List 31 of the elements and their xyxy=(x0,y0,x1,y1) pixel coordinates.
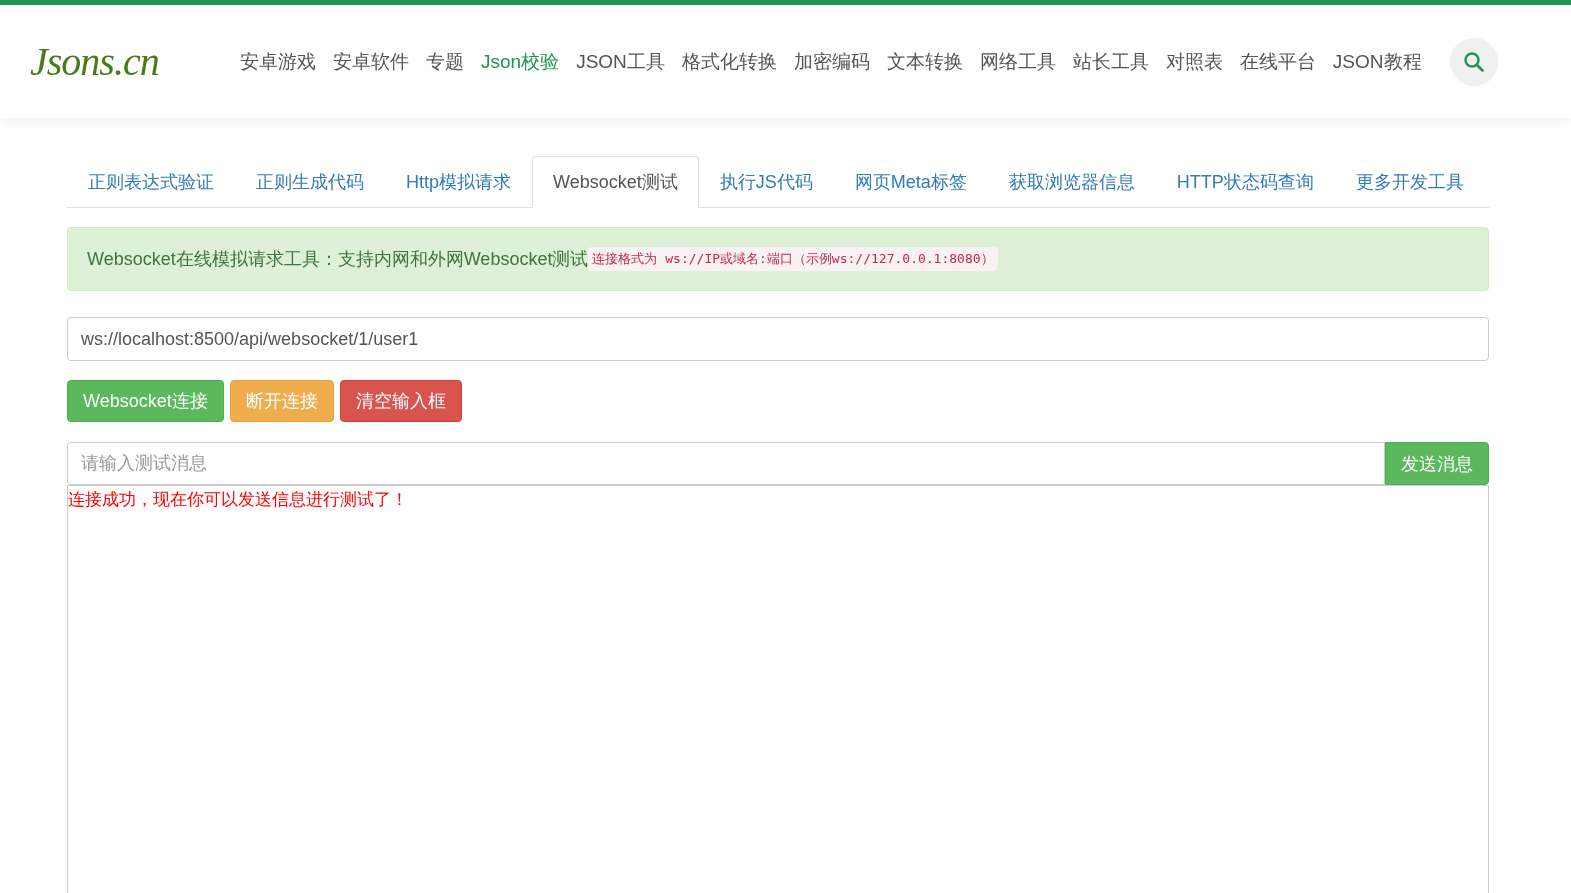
tab[interactable]: HTTP状态码查询 xyxy=(1155,156,1335,208)
notice-text: Websocket在线模拟请求工具：支持内网和外网Websocket测试 xyxy=(87,248,589,271)
log-line: 连接成功，现在你可以发送信息进行测试了！ xyxy=(68,489,409,511)
format-hint: 连接格式为 ws://IP或域名:端口（示例ws://127.0.0.1:8080） xyxy=(588,247,998,271)
search-icon xyxy=(1463,50,1485,73)
nav-link[interactable]: 格式化转换 xyxy=(681,48,777,75)
nav-link[interactable]: JSON工具 xyxy=(576,48,665,75)
tab[interactable]: 执行JS代码 xyxy=(698,156,834,208)
nav-link[interactable]: 对照表 xyxy=(1165,48,1223,75)
nav-link[interactable]: 文本转换 xyxy=(886,48,963,75)
nav-link[interactable]: Json校验 xyxy=(481,48,560,75)
nav-link[interactable]: 安卓游戏 xyxy=(240,48,316,75)
tab[interactable]: Websocket测试 xyxy=(532,156,699,208)
logo[interactable]: Jsons.cn xyxy=(30,38,240,85)
tab[interactable]: 更多开发工具 xyxy=(1334,156,1485,208)
tab[interactable]: Http模拟请求 xyxy=(385,156,532,208)
tab[interactable]: 正则生成代码 xyxy=(235,156,385,208)
message-field[interactable]: 请输入测试消息 xyxy=(67,442,1385,485)
search-button[interactable] xyxy=(1450,37,1498,86)
nav-link[interactable]: 加密编码 xyxy=(793,48,870,75)
url-field[interactable]: ws://localhost:8500/api/websocket/1/user1 xyxy=(67,317,1489,361)
nav-link[interactable]: 站长工具 xyxy=(1072,48,1149,75)
tab[interactable]: 获取浏览器信息 xyxy=(987,156,1156,208)
nav-link[interactable]: 安卓软件 xyxy=(333,48,409,75)
action-button[interactable]: 清空输入框 xyxy=(339,380,462,422)
nav-link[interactable]: 在线平台 xyxy=(1239,48,1316,75)
tab[interactable]: 正则表达式验证 xyxy=(67,156,235,208)
nav-link[interactable]: 网络工具 xyxy=(979,48,1056,75)
tab[interactable]: 网页Meta标签 xyxy=(833,156,988,208)
nav-link[interactable]: 专题 xyxy=(426,48,464,75)
nav-link[interactable]: JSON教程 xyxy=(1332,48,1422,75)
